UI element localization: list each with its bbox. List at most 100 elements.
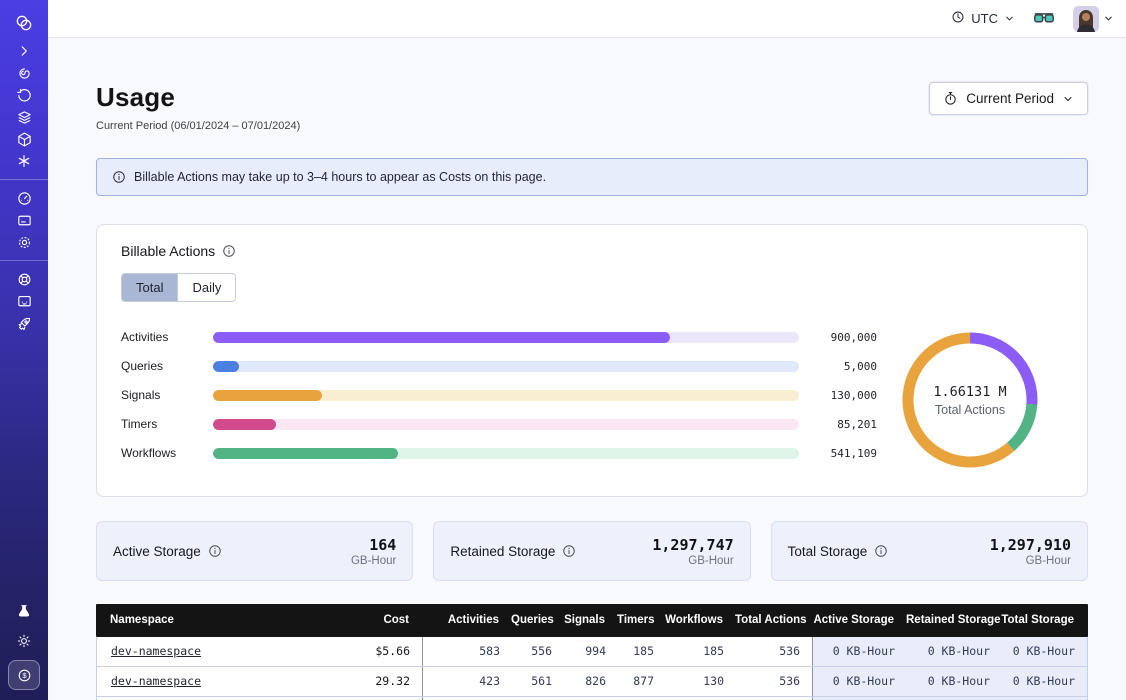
main-area: UTC Usage Current Period — [48, 0, 1126, 700]
donut-total-value: 1.66131 M — [933, 384, 1006, 400]
glasses-icon — [1033, 11, 1055, 26]
column-header-namespace: Namespace — [96, 604, 326, 637]
bar-category-label: Queries — [121, 359, 199, 373]
cell-queries: 556 — [512, 637, 564, 666]
feedback-icon[interactable] — [8, 290, 40, 312]
column-header-total_storage: Total Storage — [1001, 604, 1086, 637]
column-header-timers: Timers — [617, 604, 665, 637]
billable-bar-row: Activities 900,000 — [121, 330, 877, 344]
deployments-icon[interactable] — [8, 106, 40, 128]
temporal-logo-icon[interactable] — [8, 8, 40, 38]
history-icon[interactable] — [8, 84, 40, 106]
info-icon[interactable] — [874, 544, 888, 558]
active-storage-value: 164 — [351, 536, 396, 554]
bar-track — [213, 419, 799, 430]
billing-icon[interactable] — [8, 209, 40, 231]
cell-active_storage: 0 KB-Hour — [812, 637, 907, 666]
avatar — [1073, 6, 1099, 32]
cell-active_storage: 0 KB-Hour — [812, 667, 907, 696]
sidebar-divider — [0, 179, 48, 180]
tab-total[interactable]: Total — [122, 274, 177, 301]
active-storage-card: Active Storage 164 GB-Hour — [96, 521, 413, 581]
page-subtitle: Current Period (06/01/2024 – 07/01/2024) — [96, 120, 300, 132]
total-actions-donut-chart: 1.66131 M Total Actions — [896, 326, 1044, 474]
cell-cost: 29.32 — [327, 667, 422, 696]
bar-value: 5,000 — [813, 360, 877, 373]
clock-icon — [951, 10, 965, 27]
bar-fill — [213, 361, 239, 372]
period-selector-button[interactable]: Current Period — [929, 82, 1088, 115]
bar-fill — [213, 390, 322, 401]
cell-total_storage: 0 KB-Hour — [1002, 667, 1087, 696]
namespaces-icon[interactable] — [8, 62, 40, 84]
table-row: dev-namespace29.324235618268771305360 KB… — [96, 667, 1088, 697]
table-row: dev-namespace$5.665835569941851855360 KB… — [96, 637, 1088, 667]
column-header-cost: Cost — [326, 604, 421, 637]
retained-storage-card: Retained Storage 1,297,747 GB-Hour — [433, 521, 750, 581]
namespace-link[interactable]: dev-namespace — [111, 674, 201, 688]
bar-value: 900,000 — [813, 331, 877, 344]
total-storage-unit: GB-Hour — [990, 555, 1071, 567]
total-storage-label: Total Storage — [788, 544, 868, 559]
actions-icon[interactable] — [8, 150, 40, 172]
active-storage-label: Active Storage — [113, 544, 201, 559]
cell-workflows: 130 — [666, 667, 736, 696]
labs-icon[interactable] — [8, 600, 40, 622]
getting-started-icon[interactable] — [8, 312, 40, 334]
collapse-sidebar-icon[interactable] — [8, 40, 40, 62]
period-selector-label: Current Period — [966, 91, 1054, 106]
namespace-usage-table: NamespaceCostActivitiesQueriesSignalsTim… — [96, 604, 1088, 700]
cell-total_actions: 536 — [736, 637, 812, 666]
bar-fill — [213, 419, 276, 430]
theme-toggle-icon[interactable] — [8, 630, 40, 652]
billable-actions-card: Billable Actions Total Daily Activities9… — [96, 224, 1088, 497]
donut-total-label: Total Actions — [935, 403, 1005, 417]
table-header-row: NamespaceCostActivitiesQueriesSignalsTim… — [96, 604, 1088, 637]
user-menu[interactable] — [1073, 6, 1114, 32]
bar-track — [213, 361, 799, 372]
bar-value: 541,109 — [813, 447, 877, 460]
bar-category-label: Signals — [121, 388, 199, 402]
timezone-selector[interactable]: UTC — [951, 10, 1015, 27]
bar-fill — [213, 332, 670, 343]
bar-fill — [213, 448, 398, 459]
cell-timers: 185 — [618, 637, 666, 666]
page-title: Usage — [96, 82, 300, 113]
total-storage-card: Total Storage 1,297,910 GB-Hour — [771, 521, 1088, 581]
chevron-down-icon — [1062, 93, 1074, 105]
column-header-signals: Signals — [563, 604, 617, 637]
usage-icon[interactable] — [8, 187, 40, 209]
info-icon[interactable] — [222, 244, 236, 258]
pricing-icon[interactable]: $ — [8, 660, 40, 690]
cell-workflows: 185 — [666, 637, 736, 666]
settings-icon[interactable] — [8, 231, 40, 253]
nexus-icon[interactable] — [8, 128, 40, 150]
cell-queries: 561 — [512, 667, 564, 696]
labs-glasses-button[interactable] — [1033, 11, 1055, 26]
cell-activities: 583 — [422, 637, 512, 666]
bar-track — [213, 390, 799, 401]
cell-signals: 826 — [564, 667, 618, 696]
stopwatch-icon — [943, 91, 958, 106]
cell-retained_storage: 0 KB-Hour — [907, 637, 1002, 666]
billable-bar-row: Signals 130,000 — [121, 388, 877, 402]
retained-storage-value: 1,297,747 — [652, 536, 733, 554]
chevron-down-icon — [1004, 13, 1015, 24]
cell-cost: $5.66 — [327, 637, 422, 666]
cell-activities: 423 — [422, 667, 512, 696]
storage-summary-row: Active Storage 164 GB-Hour Retained Stor… — [96, 521, 1088, 581]
column-header-workflows: Workflows — [665, 604, 735, 637]
bar-value: 130,000 — [813, 389, 877, 402]
billable-view-tabs: Total Daily — [121, 273, 236, 302]
billable-bar-chart: Activities 900,000 Queries 5,000 Signals 130,… — [121, 326, 877, 474]
bar-track — [213, 332, 799, 343]
support-icon[interactable] — [8, 268, 40, 290]
info-icon[interactable] — [562, 544, 576, 558]
bar-track — [213, 448, 799, 459]
column-header-retained_storage: Retained Storage — [906, 604, 1001, 637]
bar-category-label: Activities — [121, 330, 199, 344]
info-icon[interactable] — [208, 544, 222, 558]
tab-daily[interactable]: Daily — [177, 274, 235, 301]
cell-retained_storage: 0 KB-Hour — [907, 667, 1002, 696]
namespace-link[interactable]: dev-namespace — [111, 644, 201, 658]
